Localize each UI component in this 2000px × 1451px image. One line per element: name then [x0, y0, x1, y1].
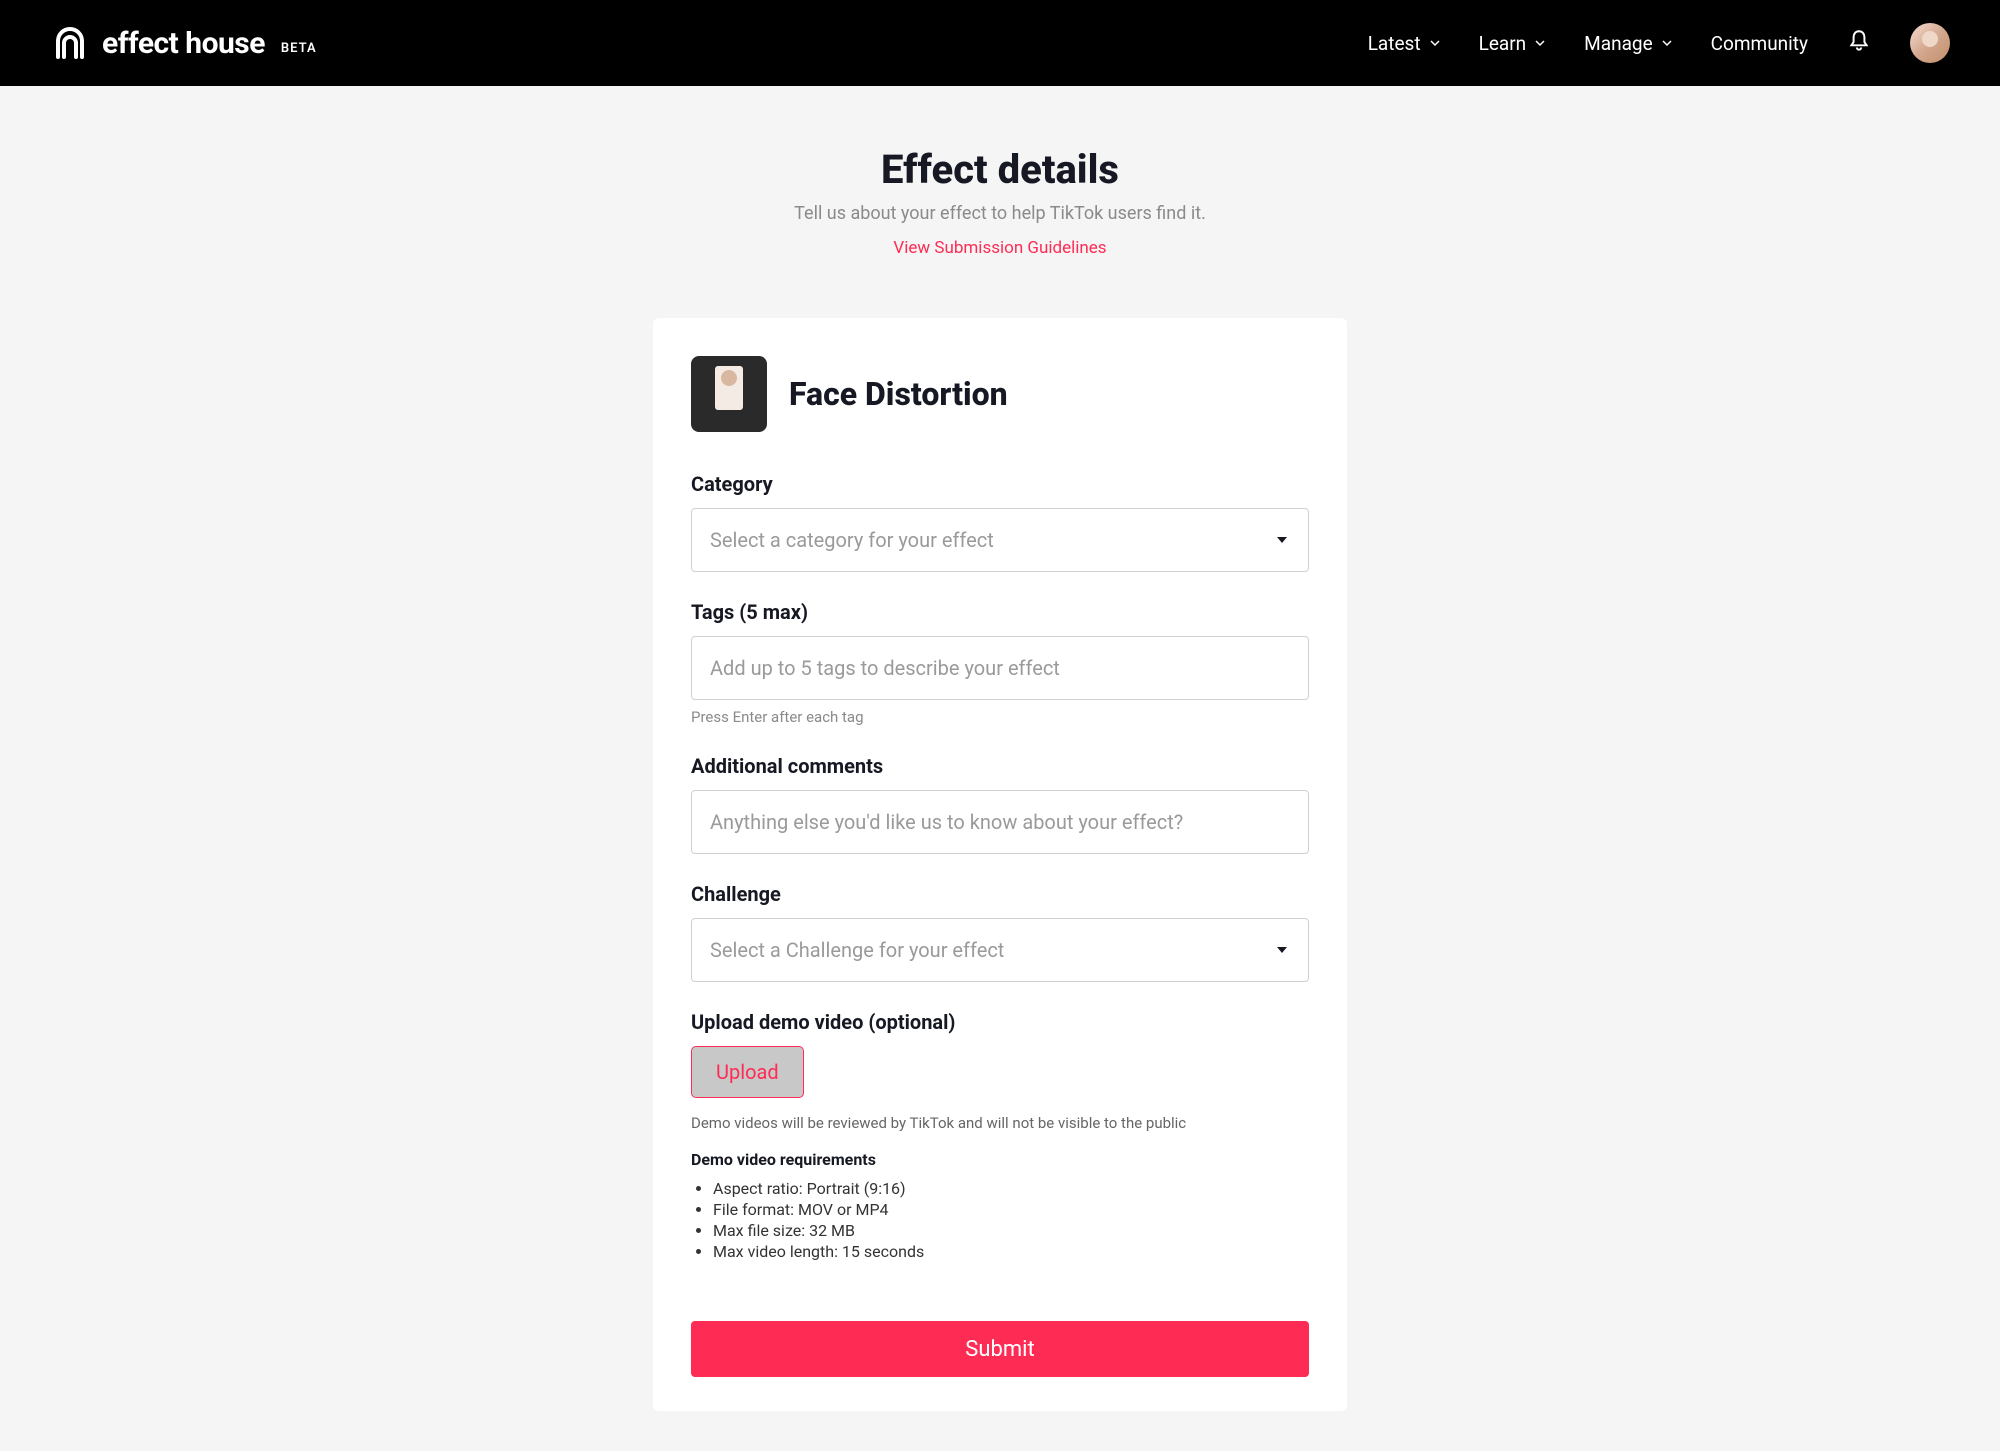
page-header: Effect details Tell us about your effect…	[0, 86, 2000, 288]
brand-name: effect house	[102, 26, 265, 61]
page-subtitle: Tell us about your effect to help TikTok…	[20, 203, 1980, 224]
brand-badge: BETA	[281, 41, 317, 56]
nav-learn-label: Learn	[1479, 32, 1527, 55]
tags-group: Tags (5 max) Press Enter after each tag	[691, 600, 1309, 726]
requirement-item: Max video length: 15 seconds	[713, 1242, 1309, 1261]
challenge-group: Challenge	[691, 882, 1309, 982]
nav-learn[interactable]: Learn	[1479, 32, 1547, 55]
brand-logo[interactable]: effect house BETA	[50, 21, 317, 65]
effect-form-card: Face Distortion Category Tags (5 max) Pr…	[653, 318, 1347, 1411]
requirements-title: Demo video requirements	[691, 1150, 1309, 1169]
upload-note: Demo videos will be reviewed by TikTok a…	[691, 1114, 1309, 1132]
tags-label: Tags (5 max)	[691, 600, 1309, 624]
nav-latest[interactable]: Latest	[1368, 32, 1441, 55]
avatar[interactable]	[1910, 23, 1950, 63]
category-label: Category	[691, 472, 1309, 496]
requirement-item: Max file size: 32 MB	[713, 1221, 1309, 1240]
bell-icon[interactable]	[1846, 28, 1872, 58]
category-group: Category	[691, 472, 1309, 572]
chevron-down-icon	[1534, 37, 1546, 49]
requirement-item: Aspect ratio: Portrait (9:16)	[713, 1179, 1309, 1198]
comments-input[interactable]	[691, 790, 1309, 854]
challenge-select[interactable]	[691, 918, 1309, 982]
upload-label: Upload demo video (optional)	[691, 1010, 1309, 1034]
nav-community[interactable]: Community	[1711, 32, 1808, 55]
nav-community-label: Community	[1711, 32, 1808, 55]
category-select[interactable]	[691, 508, 1309, 572]
nav-manage[interactable]: Manage	[1584, 32, 1673, 55]
effect-header: Face Distortion	[691, 356, 1309, 432]
nav-latest-label: Latest	[1368, 32, 1421, 55]
requirement-item: File format: MOV or MP4	[713, 1200, 1309, 1219]
requirements-list: Aspect ratio: Portrait (9:16) File forma…	[691, 1179, 1309, 1261]
effect-thumbnail	[691, 356, 767, 432]
guidelines-link[interactable]: View Submission Guidelines	[893, 238, 1106, 258]
chevron-down-icon	[1429, 37, 1441, 49]
challenge-label: Challenge	[691, 882, 1309, 906]
arch-icon	[50, 21, 90, 65]
tags-input[interactable]	[691, 636, 1309, 700]
upload-group: Upload demo video (optional) Upload Demo…	[691, 1010, 1309, 1261]
main-nav: Latest Learn Manage Community	[1368, 23, 1950, 63]
comments-group: Additional comments	[691, 754, 1309, 854]
submit-button[interactable]: Submit	[691, 1321, 1309, 1377]
chevron-down-icon	[1661, 37, 1673, 49]
effect-name: Face Distortion	[789, 375, 1008, 413]
nav-manage-label: Manage	[1584, 32, 1653, 55]
tags-hint: Press Enter after each tag	[691, 708, 1309, 726]
page-title: Effect details	[20, 146, 1980, 193]
upload-button[interactable]: Upload	[691, 1046, 804, 1098]
top-header: effect house BETA Latest Learn Manage Co…	[0, 0, 2000, 86]
comments-label: Additional comments	[691, 754, 1309, 778]
